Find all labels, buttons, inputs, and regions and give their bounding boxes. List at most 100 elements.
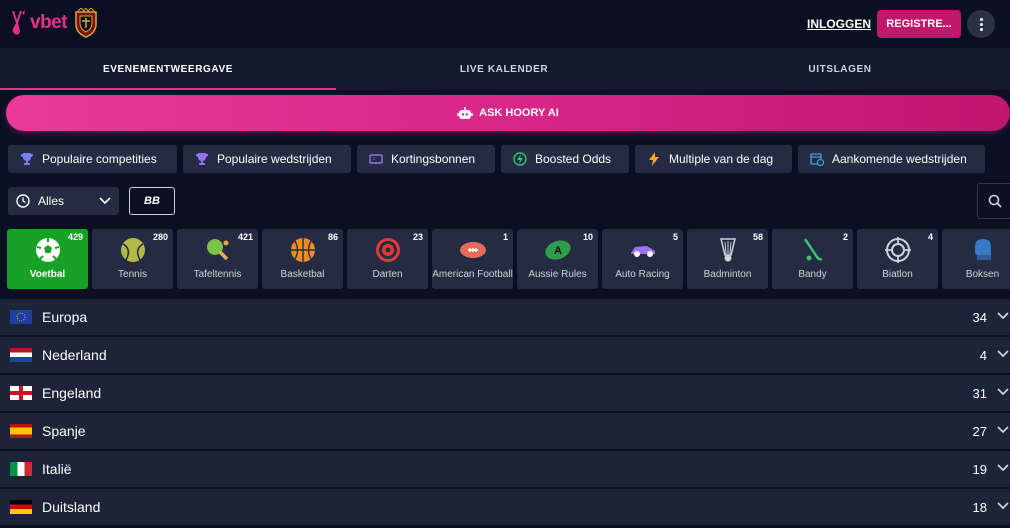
search-icon (988, 194, 1002, 208)
chevron-down-icon (997, 502, 1009, 510)
sport-count: 5 (672, 232, 678, 242)
popular-competitions-button[interactable]: Populaire competities (8, 145, 177, 173)
football-icon (35, 238, 60, 262)
sport-tile-basketball[interactable]: 86 Basketbal (262, 229, 343, 289)
kebab-menu-icon[interactable] (967, 10, 995, 38)
country-list: Europa 34 Nederland 4 Engeland 31 Spanje… (0, 299, 1010, 527)
register-button[interactable]: REGISTRE... (877, 10, 961, 38)
country-name: Spanje (42, 423, 86, 439)
sport-count: 421 (237, 232, 253, 242)
country-row-germany[interactable]: Duitsland 18 (0, 489, 1010, 525)
popular-matches-label: Populaire wedstrijden (217, 152, 332, 166)
svg-text:A: A (554, 245, 562, 257)
country-name: Europa (42, 309, 88, 325)
sport-name: Voetbal (29, 269, 66, 280)
country-name: Duitsland (42, 499, 101, 515)
country-name: Nederland (42, 347, 107, 363)
sport-name: Tennis (118, 269, 147, 280)
country-name: Italië (42, 461, 72, 477)
tennis-icon (120, 238, 145, 262)
robot-icon (457, 106, 474, 119)
boxing-icon (974, 239, 991, 260)
table-tennis-icon (206, 239, 228, 261)
sports-carousel: 429 Voetbal 280 Tennis 421 Tafeltennis 8… (7, 229, 1010, 289)
popular-matches-button[interactable]: Populaire wedstrijden (183, 145, 351, 173)
calendar-clock-icon (810, 153, 824, 166)
sport-tile-biathlon[interactable]: 4 Biatlon (857, 229, 938, 289)
view-tabs: EVENEMENTWEERGAVE LIVE KALENDER UITSLAGE… (0, 48, 1010, 90)
country-count: 19 (972, 461, 987, 477)
bet-builder-button[interactable]: BB (129, 187, 175, 215)
upcoming-matches-button[interactable]: Aankomende wedstrijden (798, 145, 985, 173)
chevron-down-icon (997, 350, 1009, 358)
darts-icon (375, 238, 400, 262)
country-row-italy[interactable]: Italië 19 (0, 451, 1010, 487)
tab-results[interactable]: UITSLAGEN (672, 48, 1008, 90)
eu-flag-icon (10, 310, 32, 324)
chevron-down-icon (997, 312, 1009, 320)
trophy-icon (196, 153, 208, 165)
auto-racing-icon (630, 246, 655, 257)
country-row-england[interactable]: Engeland 31 (0, 375, 1010, 411)
time-filter-select[interactable]: Alles (8, 187, 119, 215)
quick-links: Populaire competities Populaire wedstrij… (8, 145, 985, 173)
club-crest-icon (75, 8, 97, 38)
sport-tile-football[interactable]: 429 Voetbal (7, 229, 88, 289)
boosted-odds-label: Boosted Odds (535, 152, 612, 166)
chevron-down-icon (99, 197, 111, 205)
sport-name: Biatlon (882, 269, 913, 280)
tab-live-calendar[interactable]: LIVE KALENDER (336, 48, 672, 90)
sport-tile-bandy[interactable]: 2 Bandy (772, 229, 853, 289)
country-row-netherlands[interactable]: Nederland 4 (0, 337, 1010, 373)
sport-name: Boksen (965, 269, 1000, 280)
sport-name: Bandy (798, 269, 827, 280)
time-filter-value: Alles (38, 194, 65, 208)
country-name: Engeland (42, 385, 102, 401)
ticket-icon (369, 154, 383, 164)
multiple-of-the-day-button[interactable]: Multiple van de dag (635, 145, 792, 173)
sport-name: American Football (432, 269, 513, 280)
trophy-icon (21, 153, 33, 165)
vbet-logo[interactable]: vbet (8, 8, 99, 38)
sport-count: 23 (412, 232, 423, 242)
multiple-of-the-day-label: Multiple van de dag (669, 152, 774, 166)
sport-count: 4 (927, 232, 933, 242)
sport-tile-badminton[interactable]: 58 Badminton (687, 229, 768, 289)
top-header: vbet INLOGGEN REGISTRE... (0, 0, 1010, 48)
coupons-button[interactable]: Kortingsbonnen (357, 145, 495, 173)
sport-tile-darts[interactable]: 23 Darten (347, 229, 428, 289)
sport-tile-boxing[interactable]: Boksen (942, 229, 1010, 289)
chevron-down-icon (997, 464, 1009, 472)
sport-tile-american-football[interactable]: 1 American Football (432, 229, 513, 289)
sport-tile-aussie-rules[interactable]: 10 A Aussie Rules (517, 229, 598, 289)
sport-name: Badminton (703, 269, 752, 280)
upcoming-matches-label: Aankomende wedstrijden (832, 152, 967, 166)
sport-tile-table-tennis[interactable]: 421 Tafeltennis (177, 229, 258, 289)
sport-count: 86 (327, 232, 338, 242)
sport-name: Darten (372, 269, 403, 280)
sport-name: Auto Racing (615, 269, 670, 280)
clock-icon (16, 194, 30, 208)
search-button[interactable] (977, 183, 1010, 219)
ask-hoory-ai-button[interactable]: ASK HOORY AI (6, 95, 1010, 131)
es-flag-icon (10, 424, 32, 438)
biathlon-icon (884, 237, 911, 263)
lightning-icon (649, 152, 659, 166)
chevron-down-icon (997, 426, 1009, 434)
sport-name: Aussie Rules (528, 269, 587, 280)
ask-hoory-label: ASK HOORY AI (479, 107, 559, 119)
country-row-europe[interactable]: Europa 34 (0, 299, 1010, 335)
tab-event-view[interactable]: EVENEMENTWEERGAVE (0, 48, 336, 90)
sport-tile-auto-racing[interactable]: 5 Auto Racing (602, 229, 683, 289)
country-row-spain[interactable]: Spanje 27 (0, 413, 1010, 449)
sport-tile-tennis[interactable]: 280 Tennis (92, 229, 173, 289)
boosted-odds-button[interactable]: Boosted Odds (501, 145, 629, 173)
badminton-icon (719, 238, 736, 262)
de-flag-icon (10, 500, 32, 514)
sport-count: 280 (152, 232, 168, 242)
country-count: 31 (972, 385, 987, 401)
american-football-icon (459, 242, 486, 258)
aussie-rules-icon: A (544, 240, 571, 260)
boost-icon (513, 152, 527, 166)
login-link[interactable]: INLOGGEN (807, 17, 871, 31)
